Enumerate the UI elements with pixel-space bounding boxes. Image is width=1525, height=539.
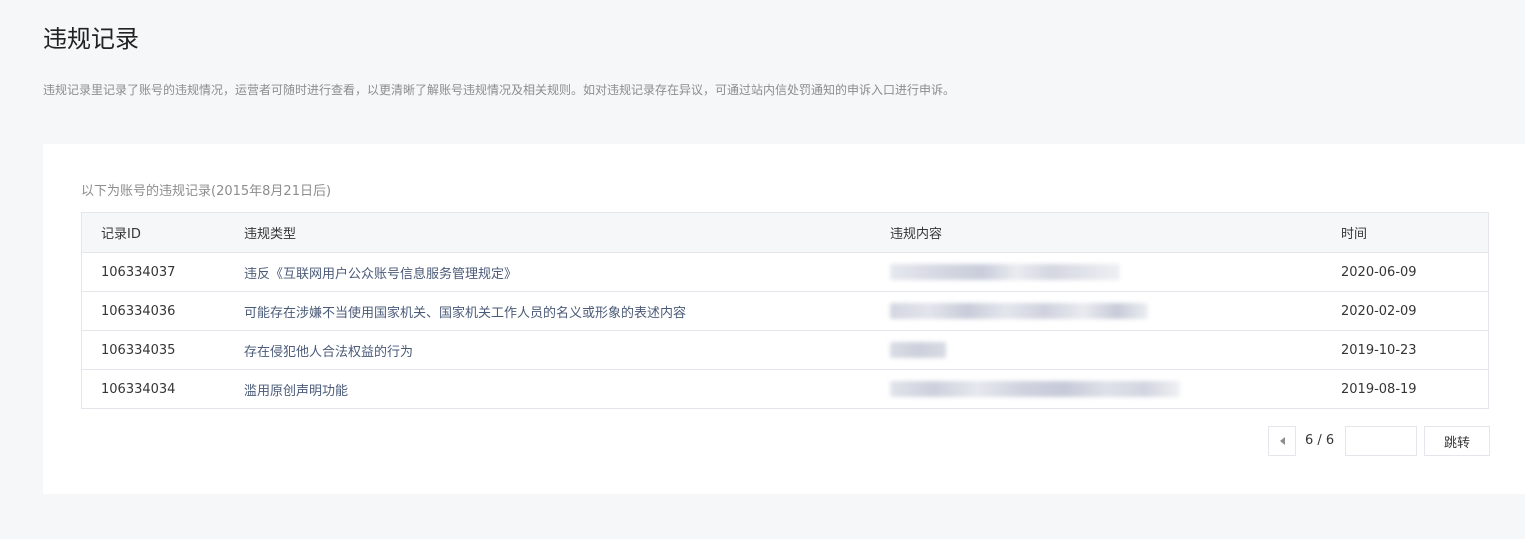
records-table: 记录ID 违规类型 违规内容 时间 106334037 违反《互联网用户公众账号…: [81, 212, 1489, 409]
redacted-blur: [890, 303, 1148, 319]
page-description: 违规记录里记录了账号的违规情况，运营者可随时进行查看，以更清晰了解账号违规情况及…: [43, 83, 956, 97]
page-title: 违规记录: [43, 25, 139, 53]
table-row: 106334034 滥用原创声明功能 2019-08-19: [82, 369, 1488, 408]
header-violation-content: 违规内容: [890, 227, 943, 242]
violation-records-page: 违规记录 违规记录里记录了账号的违规情况，运营者可随时进行查看，以更清晰了解账号…: [0, 0, 1525, 539]
record-time: 2019-08-19: [1341, 381, 1417, 397]
header-time: 时间: [1341, 227, 1368, 242]
page-indicator: 6 / 6: [1305, 433, 1335, 448]
violation-content-redacted: [890, 370, 1190, 408]
header-violation-type: 违规类型: [244, 227, 297, 242]
record-id: 106334036: [101, 303, 176, 319]
prev-page-button[interactable]: [1268, 426, 1296, 456]
violation-type: 违反《互联网用户公众账号信息服务管理规定》: [244, 266, 518, 282]
violation-content-redacted: [890, 292, 1160, 330]
redacted-blur: [890, 342, 946, 358]
redacted-blur: [890, 381, 1180, 397]
header-record-id: 记录ID: [101, 227, 141, 242]
page-number-input[interactable]: [1345, 426, 1417, 456]
record-time: 2020-06-09: [1341, 264, 1417, 280]
violation-type: 滥用原创声明功能: [244, 383, 349, 399]
redacted-blur: [890, 264, 1120, 280]
violation-content-redacted: [890, 253, 1150, 291]
violation-content-redacted: [890, 331, 970, 369]
table-row: 106334037 违反《互联网用户公众账号信息服务管理规定》 2020-06-…: [82, 252, 1488, 291]
record-id: 106334037: [101, 264, 176, 280]
caret-left-icon: [1279, 437, 1285, 445]
record-time: 2020-02-09: [1341, 303, 1417, 319]
violation-type: 可能存在涉嫌不当使用国家机关、国家机关工作人员的名义或形象的表述内容: [244, 305, 687, 321]
records-caption: 以下为账号的违规记录(2015年8月21日后): [81, 184, 332, 199]
jump-button[interactable]: 跳转: [1424, 426, 1490, 456]
record-time: 2019-10-23: [1341, 342, 1417, 358]
table-row: 106334035 存在侵犯他人合法权益的行为 2019-10-23: [82, 330, 1488, 369]
table-header-row: 记录ID 违规类型 违规内容 时间: [82, 213, 1488, 252]
violation-type: 存在侵犯他人合法权益的行为: [244, 344, 414, 360]
record-id: 106334035: [101, 342, 176, 358]
record-id: 106334034: [101, 381, 176, 397]
table-row: 106334036 可能存在涉嫌不当使用国家机关、国家机关工作人员的名义或形象的…: [82, 291, 1488, 330]
records-card: 以下为账号的违规记录(2015年8月21日后) 记录ID 违规类型 违规内容 时…: [43, 144, 1525, 494]
